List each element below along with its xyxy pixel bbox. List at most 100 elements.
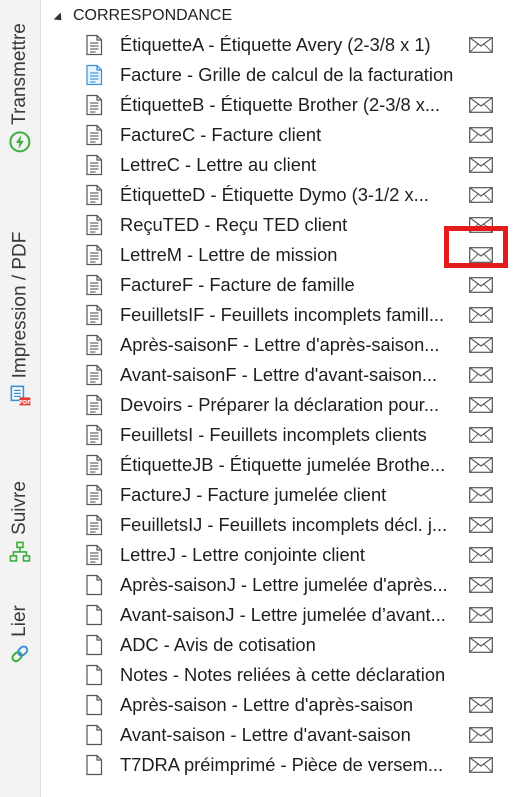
- svg-text:PDF: PDF: [19, 400, 31, 406]
- document-icon: [83, 274, 105, 296]
- list-item-label: FactureJ - Facture jumelée client: [120, 484, 387, 505]
- envelope-icon[interactable]: [469, 217, 493, 233]
- collapse-caret-icon[interactable]: [53, 12, 65, 24]
- tab-impression-pdf-label: Impression / PDF: [9, 231, 31, 379]
- list-item[interactable]: ReçuTED - Reçu TED client: [41, 210, 517, 240]
- document-icon: [83, 724, 105, 746]
- document-icon: [83, 94, 105, 116]
- list-item[interactable]: Avant-saisonF - Lettre d'avant-saison...: [41, 360, 517, 390]
- tab-transmettre-label: Transmettre: [9, 22, 30, 125]
- envelope-icon[interactable]: [469, 127, 493, 143]
- list-item[interactable]: LettreM - Lettre de mission: [41, 240, 517, 270]
- list-item[interactable]: Après-saisonF - Lettre d'après-saison...: [41, 330, 517, 360]
- list-item[interactable]: FeuilletsIJ - Feuillets incomplets décl.…: [41, 510, 517, 540]
- document-icon: [83, 154, 105, 176]
- list-item-label: ÉtiquetteJB - Étiquette jumelée Brothe..…: [120, 454, 446, 475]
- list-item[interactable]: ÉtiquetteJB - Étiquette jumelée Brothe..…: [41, 450, 517, 480]
- tab-suivre[interactable]: Suivre: [0, 462, 40, 582]
- envelope-icon[interactable]: [469, 727, 493, 743]
- list-item-label: FeuilletsI - Feuillets incomplets client…: [120, 424, 427, 445]
- document-icon: [83, 544, 105, 566]
- list-item[interactable]: FactureF - Facture de famille: [41, 270, 517, 300]
- list-item[interactable]: Facture - Grille de calcul de la factura…: [41, 60, 517, 90]
- envelope-icon[interactable]: [469, 337, 493, 353]
- envelope-icon[interactable]: [469, 637, 493, 653]
- document-icon: [83, 754, 105, 776]
- link-icon: [9, 643, 31, 665]
- list-item-label: Avant-saison - Lettre d'avant-saison: [120, 724, 411, 745]
- envelope-icon[interactable]: [469, 697, 493, 713]
- list-item-label: Après-saisonF - Lettre d'après-saison...: [120, 334, 440, 355]
- document-icon: [83, 244, 105, 266]
- document-icon: [83, 514, 105, 536]
- list-item[interactable]: FactureC - Facture client: [41, 120, 517, 150]
- list-item[interactable]: Après-saisonJ - Lettre jumelée d'après..…: [41, 570, 517, 600]
- list-item-label: Facture - Grille de calcul de la factura…: [120, 64, 454, 85]
- envelope-icon[interactable]: [469, 427, 493, 443]
- list-item[interactable]: FactureJ - Facture jumelée client: [41, 480, 517, 510]
- list-item-label: Devoirs - Préparer la déclaration pour..…: [120, 394, 440, 415]
- list-item[interactable]: Après-saison - Lettre d'après-saison: [41, 690, 517, 720]
- list-item-label: ReçuTED - Reçu TED client: [120, 214, 348, 235]
- envelope-icon[interactable]: [469, 487, 493, 503]
- envelope-icon[interactable]: [469, 607, 493, 623]
- envelope-icon[interactable]: [469, 307, 493, 323]
- envelope-icon[interactable]: [469, 37, 493, 53]
- list-item[interactable]: Avant-saison - Lettre d'avant-saison: [41, 720, 517, 750]
- list-item-label: ADC - Avis de cotisation: [120, 634, 316, 655]
- envelope-icon[interactable]: [469, 187, 493, 203]
- list-item[interactable]: LettreC - Lettre au client: [41, 150, 517, 180]
- envelope-icon[interactable]: [469, 397, 493, 413]
- envelope-icon[interactable]: [469, 157, 493, 173]
- envelope-icon[interactable]: [469, 367, 493, 383]
- list-item-label: ÉtiquetteD - Étiquette Dymo (3-1/2 x...: [120, 184, 429, 205]
- section-header-correspondance[interactable]: CORRESPONDANCE: [53, 5, 233, 27]
- list-item[interactable]: FeuilletsIF - Feuillets incomplets famil…: [41, 300, 517, 330]
- list-item[interactable]: T7DRA préimprimé - Pièce de versem...: [41, 750, 517, 780]
- document-icon: [83, 484, 105, 506]
- document-icon: [83, 304, 105, 326]
- tab-lier[interactable]: Lier: [0, 590, 40, 680]
- envelope-icon[interactable]: [469, 577, 493, 593]
- section-title: CORRESPONDANCE: [73, 7, 233, 24]
- document-icon: [83, 334, 105, 356]
- envelope-icon[interactable]: [469, 547, 493, 563]
- envelope-icon[interactable]: [469, 277, 493, 293]
- list-item-label: Notes - Notes reliées à cette déclaratio…: [120, 664, 446, 685]
- document-icon: [83, 214, 105, 236]
- envelope-icon[interactable]: [469, 457, 493, 473]
- document-icon: [83, 574, 105, 596]
- list-item[interactable]: ÉtiquetteD - Étiquette Dymo (3-1/2 x...: [41, 180, 517, 210]
- document-icon: [83, 604, 105, 626]
- list-item[interactable]: FeuilletsI - Feuillets incomplets client…: [41, 420, 517, 450]
- list-item[interactable]: ADC - Avis de cotisation: [41, 630, 517, 660]
- list-item-label: LettreJ - Lettre conjointe client: [120, 544, 365, 565]
- document-icon: [83, 394, 105, 416]
- envelope-icon[interactable]: [469, 517, 493, 533]
- list-item-label: T7DRA préimprimé - Pièce de versem...: [120, 754, 444, 775]
- org-chart-icon: [9, 541, 31, 563]
- document-icon: [83, 694, 105, 716]
- list-item[interactable]: Notes - Notes reliées à cette déclaratio…: [41, 660, 517, 690]
- document-icon: [83, 124, 105, 146]
- list-item-label: Avant-saisonF - Lettre d'avant-saison...: [120, 364, 438, 385]
- document-icon: [83, 634, 105, 656]
- document-icon: [83, 184, 105, 206]
- tab-impression-pdf[interactable]: PDF Impression / PDF: [0, 190, 40, 450]
- tab-transmettre[interactable]: Transmettre: [0, 0, 40, 175]
- tab-suivre-label: Suivre: [9, 481, 31, 535]
- list-item[interactable]: Avant-saisonJ - Lettre jumelée d’avant..…: [41, 600, 517, 630]
- envelope-icon[interactable]: [469, 757, 493, 773]
- document-icon: [83, 454, 105, 476]
- list-item[interactable]: ÉtiquetteA - Étiquette Avery (2-3/8 x 1): [41, 30, 517, 60]
- tab-lier-label: Lier: [9, 605, 30, 637]
- list-item-label: ÉtiquetteA - Étiquette Avery (2-3/8 x 1): [120, 34, 431, 55]
- list-item-label: LettreM - Lettre de mission: [120, 244, 338, 265]
- envelope-icon[interactable]: [469, 247, 493, 263]
- list-item-label: Après-saison - Lettre d'après-saison: [120, 694, 414, 715]
- list-item[interactable]: ÉtiquetteB - Étiquette Brother (2-3/8 x.…: [41, 90, 517, 120]
- envelope-icon[interactable]: [469, 97, 493, 113]
- list-item[interactable]: Devoirs - Préparer la déclaration pour..…: [41, 390, 517, 420]
- list-item[interactable]: LettreJ - Lettre conjointe client: [41, 540, 517, 570]
- list-item-label: FeuilletsIF - Feuillets incomplets famil…: [120, 304, 445, 325]
